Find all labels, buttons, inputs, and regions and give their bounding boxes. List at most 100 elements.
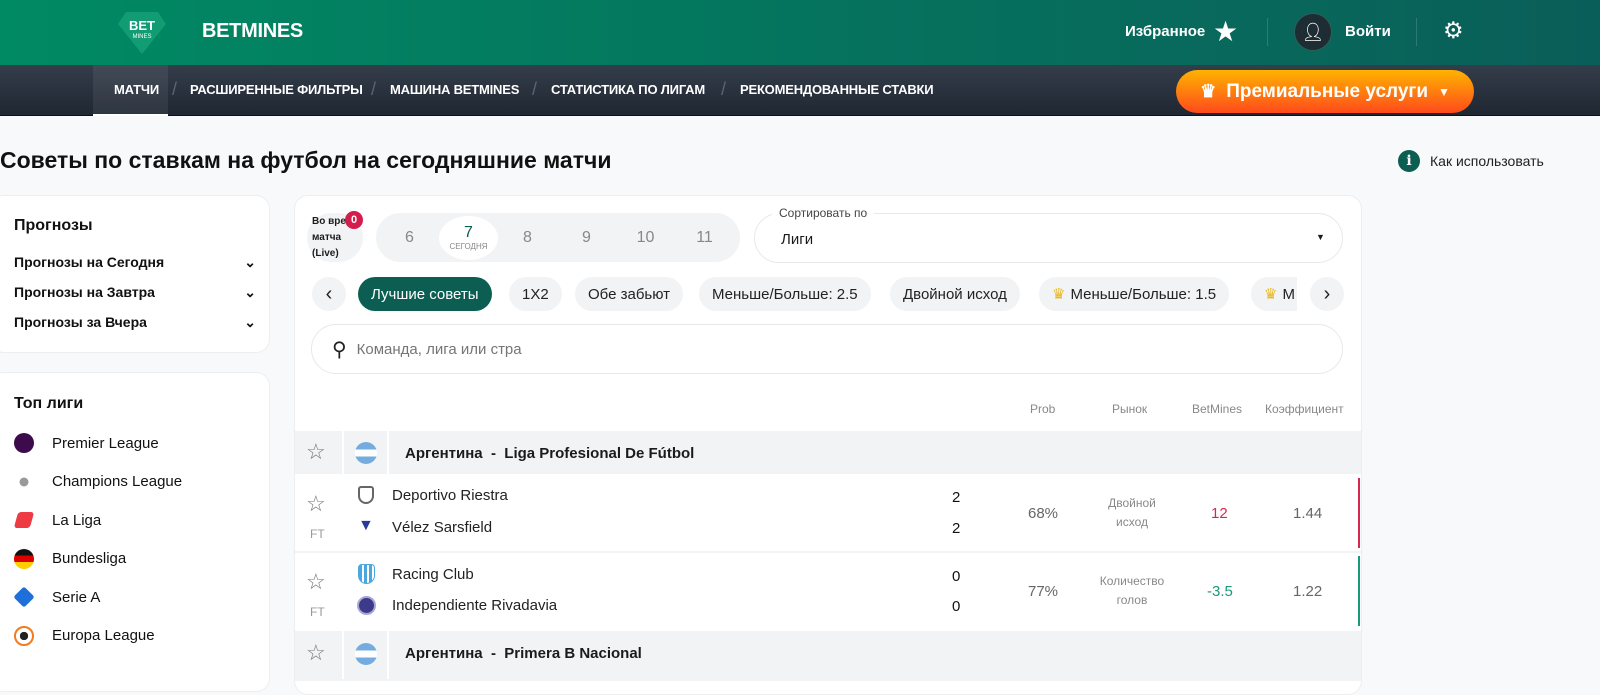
live-label: (Live) [312,248,339,259]
home-score: 0 [952,568,961,585]
divider [295,551,1361,553]
user-avatar-icon[interactable]: 👤︎ [1294,13,1332,51]
date-10[interactable]: 10 [616,229,675,247]
serie-a-icon [13,586,35,608]
item-label: Прогнозы за Вчера [14,314,147,330]
chip-1x2[interactable]: 1X2 [509,277,562,311]
odds[interactable]: 1.22 [1293,583,1322,600]
divider [342,631,344,679]
svg-text:BET: BET [129,18,155,33]
date-7-today[interactable]: 7 СЕГОДНЯ [439,215,498,260]
chip-best-tips[interactable]: Лучшие советы [358,277,492,311]
away-team: Independiente Rivadavia [392,597,558,614]
league-la-liga[interactable]: La Liga [13,501,182,540]
login-link[interactable]: Войти [1345,23,1391,40]
team-logo: ▼ [358,517,374,534]
premium-button[interactable]: ♛ Премиальные услуги ▼ [1176,70,1474,113]
betmines-value: 12 [1211,505,1228,522]
star-outline-icon[interactable]: ☆ [306,491,326,517]
search-input[interactable] [356,340,1257,358]
crown-icon: ♛ [1052,286,1066,303]
sort-select[interactable] [754,213,1343,263]
col-market[interactable]: Рынок [1112,402,1147,416]
league-champions-league[interactable]: Champions League [14,463,182,502]
star-outline-icon[interactable]: ☆ [306,569,326,595]
chevron-down-icon: ⌄ [244,284,256,300]
chip-over-under-1-5[interactable]: ♛ Меньше/Больше: 1.5 [1039,277,1230,311]
league-premier-league[interactable]: Premier League [14,424,182,463]
home-team: Deportivo Riestra [392,487,508,504]
date-11[interactable]: 11 [675,229,734,247]
divider [1416,18,1417,46]
league-group-title: Аргентина - Liga Profesional De Fútbol [405,445,695,462]
star-outline-icon[interactable]: ☆ [306,439,326,465]
home-team: Racing Club [392,566,474,583]
team-logo [357,596,376,615]
market: Двойной исход [1087,494,1177,532]
league-label: Champions League [52,473,183,491]
nav-separator: / [371,79,377,99]
forecast-tomorrow[interactable]: Прогнозы на Завтра ⌄ [14,284,256,301]
date-6[interactable]: 6 [380,229,439,247]
nav-recommended-bets[interactable]: РЕКОМЕНДОВАННЫЕ СТАВКИ [740,82,934,97]
nav-league-stats[interactable]: СТАТИСТИКА ПО ЛИГАМ [551,82,705,97]
search-icon: ⚲ [332,338,347,361]
caret-down-icon: ▼ [1316,232,1325,242]
argentina-flag-icon [355,643,377,665]
league-serie-a[interactable]: Serie A [13,578,182,617]
divider [342,431,344,474]
probability: 68% [1028,505,1059,522]
col-odds[interactable]: Коэффициент [1265,402,1344,416]
star-outline-icon[interactable]: ☆ [306,640,326,666]
date-9[interactable]: 9 [557,229,616,247]
chips-prev-button[interactable]: ‹ [312,277,346,311]
germany-flag-icon [14,548,34,569]
market-line: Количество [1099,574,1165,588]
live-count-badge: 0 [345,211,363,229]
search-field[interactable]: ⚲ [311,324,1343,374]
sort-label: Сортировать по [772,206,875,220]
divider [387,431,389,474]
date-8[interactable]: 8 [498,229,557,247]
forecast-yesterday[interactable]: Прогнозы за Вчера ⌄ [14,314,256,331]
league-label: Liga Profesional De Fútbol [504,445,695,462]
col-prob[interactable]: Prob [1030,402,1055,416]
page-title: Советы по ставкам на футбол на сегодняшн… [0,147,612,173]
chip-over-under-2-5[interactable]: Меньше/Больше: 2.5 [699,277,871,311]
sort-value: Лиги [781,231,814,248]
league-europa-league[interactable]: Europa League [14,617,182,656]
col-betmines[interactable]: BetMines [1192,402,1242,416]
nav-advanced-filters[interactable]: РАСШИРЕННЫЕ ФИЛЬТРЫ [190,82,363,97]
star-icon[interactable]: ★ [1213,15,1238,48]
how-to-use-link[interactable]: i Как использовать [1398,150,1544,172]
team-logo [358,486,374,504]
betmines-logo[interactable]: BETMINES [116,6,168,58]
chip-double-chance[interactable]: Двойной исход [890,277,1020,311]
today-label: СЕГОДНЯ [449,241,488,251]
nav-matches[interactable]: МАТЧИ [114,82,159,97]
favorites-link[interactable]: Избранное [1125,23,1205,40]
chip-btts[interactable]: Обе забьют [575,277,684,311]
svg-text:MINES: MINES [132,34,151,40]
premium-label: Премиальные услуги [1226,80,1429,102]
odds[interactable]: 1.44 [1293,505,1322,522]
chevron-down-icon: ⌄ [244,314,256,330]
chip-more[interactable]: ♛ М [1251,277,1297,311]
top-leagues-list: Premier League Champions League La Liga … [13,424,182,656]
info-icon: i [1398,150,1420,172]
gear-icon[interactable]: ⚙ [1443,17,1464,44]
probability: 77% [1028,583,1059,600]
chip-label: Меньше/Больше: 1.5 [1070,285,1217,303]
league-group-title: Аргентина - Primera B Nacional [405,645,642,662]
chip-label: М [1282,285,1295,303]
match-status: FT [310,605,325,619]
forecast-today[interactable]: Прогнозы на Сегодня ⌄ [14,254,256,271]
brand-name[interactable]: BETMINES [202,20,303,43]
champions-league-icon [14,471,34,492]
argentina-flag-icon [355,442,377,464]
league-bundesliga[interactable]: Bundesliga [14,540,182,579]
divider [1267,18,1268,46]
league-label: Premier League [52,434,159,452]
chips-next-button[interactable]: › [1310,277,1344,311]
nav-betmines-machine[interactable]: МАШИНА BETMINES [390,82,519,97]
